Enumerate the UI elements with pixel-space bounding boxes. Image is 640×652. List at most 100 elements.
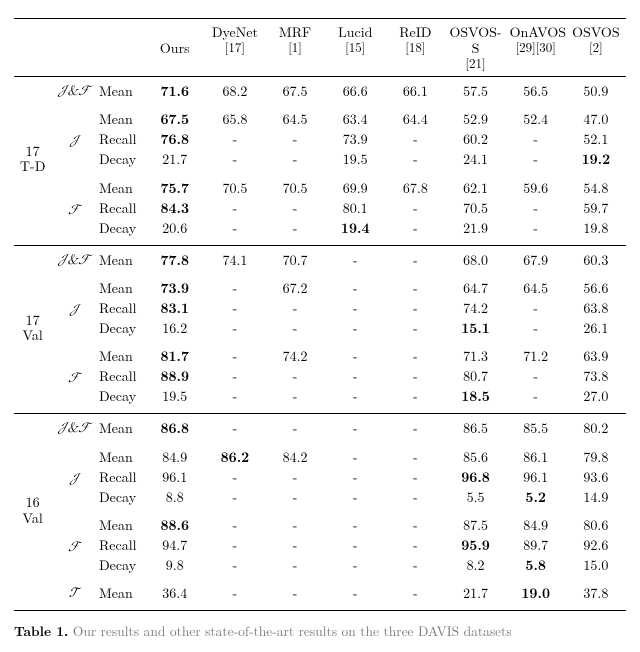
table-row: Decay9.8----8.25.815.0 [14, 555, 626, 579]
cell: 74.1 [205, 245, 265, 274]
cell: 83.1 [145, 298, 205, 318]
stat-label: Decay [97, 218, 145, 242]
cell: - [385, 298, 445, 318]
stat-label: Recall [97, 198, 145, 218]
cell: 96.8 [445, 467, 505, 487]
metric-group: 𝒯 [51, 579, 97, 607]
stat-label: Recall [97, 298, 145, 318]
table-row: Recall94.7----95.989.792.6 [14, 535, 626, 555]
cell: 36.4 [145, 579, 205, 607]
cell: 92.6 [566, 535, 626, 555]
stat-label: Decay [97, 149, 145, 173]
table-row: 𝒥Mean84.986.284.2--85.686.179.8 [14, 443, 626, 467]
cell: 60.2 [445, 129, 505, 149]
cell: - [325, 342, 385, 366]
table-row: Decay16.2----15.1-26.1 [14, 318, 626, 342]
cell: - [265, 318, 325, 342]
cell: 60.3 [566, 245, 626, 274]
cell: - [385, 274, 445, 298]
cell: 5.2 [506, 487, 566, 511]
cell: 64.4 [385, 105, 445, 129]
cell: - [385, 579, 445, 607]
cell: - [325, 414, 385, 443]
cell: - [325, 245, 385, 274]
table-row: Recall96.1----96.896.193.6 [14, 467, 626, 487]
cell: 70.5 [445, 198, 505, 218]
cell: 26.1 [566, 318, 626, 342]
cell: 85.5 [506, 414, 566, 443]
table-row: ℱMean75.770.570.569.967.862.159.654.8 [14, 174, 626, 198]
cell: - [265, 366, 325, 386]
cell: 89.7 [506, 535, 566, 555]
cell: - [205, 414, 265, 443]
cell: 47.0 [566, 105, 626, 129]
cell: 5.8 [506, 555, 566, 579]
cell: 80.6 [566, 511, 626, 535]
cell: 86.5 [445, 414, 505, 443]
cell: 19.5 [325, 149, 385, 173]
stat-label: Recall [97, 366, 145, 386]
cell: - [385, 245, 445, 274]
cell: 59.7 [566, 198, 626, 218]
col-dyenet: DyeNet[17] [205, 22, 265, 73]
cell: 88.6 [145, 511, 205, 535]
col-osvos: OSVOS[2] [566, 22, 626, 73]
table-row: ℱMean81.7-74.2--71.371.263.9 [14, 342, 626, 366]
cell: 64.5 [506, 274, 566, 298]
stat-label: Mean [97, 105, 145, 129]
cell: 19.8 [566, 218, 626, 242]
cell: - [205, 218, 265, 242]
cell: 73.9 [145, 274, 205, 298]
cell: - [205, 198, 265, 218]
cell: 62.1 [445, 174, 505, 198]
cell: - [385, 218, 445, 242]
cell: 69.9 [325, 174, 385, 198]
table-row: 16Val𝒥&ℱMean86.8----86.585.580.2 [14, 414, 626, 443]
cell: - [325, 487, 385, 511]
table-row: 𝒥Mean73.9-67.2--64.764.556.6 [14, 274, 626, 298]
col-ours: Ours [145, 22, 205, 73]
cell: - [205, 487, 265, 511]
cell: 65.8 [205, 105, 265, 129]
cell: 84.2 [265, 443, 325, 467]
metric-group: 𝒥&ℱ [51, 77, 97, 106]
stat-label: Decay [97, 487, 145, 511]
cell: - [265, 414, 325, 443]
cell: 86.1 [506, 443, 566, 467]
metric-group: 𝒥 [51, 443, 97, 511]
stat-label: Mean [97, 174, 145, 198]
cell: 67.5 [145, 105, 205, 129]
cell: 14.9 [566, 487, 626, 511]
stat-label: Mean [97, 414, 145, 443]
cell: 88.9 [145, 366, 205, 386]
cell: 73.9 [325, 129, 385, 149]
cell: - [325, 535, 385, 555]
cell: 77.8 [145, 245, 205, 274]
table-row: Decay21.7--19.5-24.1-19.2 [14, 149, 626, 173]
stat-label: Mean [97, 342, 145, 366]
stat-label: Mean [97, 579, 145, 607]
cell: 81.7 [145, 342, 205, 366]
cell: 79.8 [566, 443, 626, 467]
cell: 19.5 [145, 386, 205, 410]
table-row: ℱMean88.6----87.584.980.6 [14, 511, 626, 535]
cell: - [205, 318, 265, 342]
cell: 56.6 [566, 274, 626, 298]
cell: 15.1 [445, 318, 505, 342]
table-header: Ours DyeNet[17] MRF[1] Lucid[15] ReID[18… [14, 19, 626, 77]
cell: 64.5 [265, 105, 325, 129]
metric-group: ℱ [51, 511, 97, 579]
cell: 21.7 [445, 579, 505, 607]
stat-label: Mean [97, 511, 145, 535]
cell: - [325, 511, 385, 535]
cell: 84.9 [145, 443, 205, 467]
cell: 80.2 [566, 414, 626, 443]
table-row: Recall84.3--80.1-70.5-59.7 [14, 198, 626, 218]
table-row: 𝒥Mean67.565.864.563.464.452.952.447.0 [14, 105, 626, 129]
dataset-label: 16Val [14, 414, 51, 607]
cell: - [265, 555, 325, 579]
cell: - [506, 198, 566, 218]
cell: 52.4 [506, 105, 566, 129]
stat-label: Mean [97, 443, 145, 467]
cell: 19.2 [566, 149, 626, 173]
